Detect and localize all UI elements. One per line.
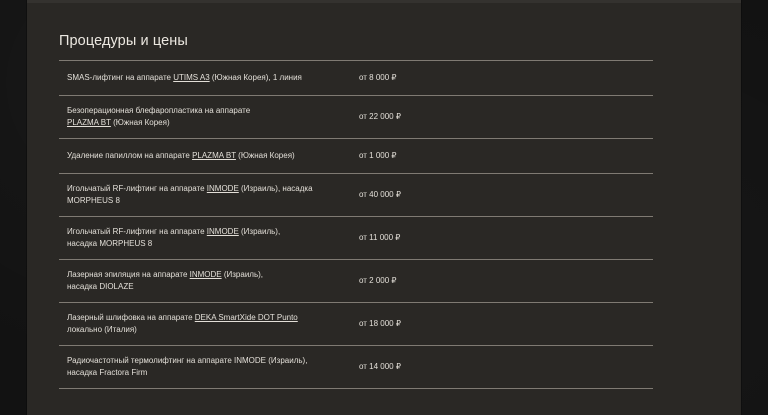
device-link-inmode-3[interactable]: INMODE [190, 270, 222, 279]
service-text-2: Безоперационная блефаропластика на аппар… [59, 105, 359, 129]
service-line-8-2: насадка Fractora Firm [67, 367, 359, 379]
service-text-3: Удаление папиллом на аппарате PLAZMA BT … [59, 150, 359, 162]
price-3: от 1 000 ₽ [359, 151, 397, 160]
panel-top-edge [27, 0, 741, 3]
service-part-5-1-3: (Израиль), [238, 227, 281, 236]
price-2: от 22 000 ₽ [359, 112, 401, 121]
device-link-plazma-bt-1[interactable]: PLAZMA BT [67, 118, 111, 127]
service-line-2-2: PLAZMA BT (Южная Корея) [67, 117, 359, 129]
service-part-7-1-1: Лазерный шлифовка на аппарате [67, 313, 195, 322]
service-line-5-2: насадка MORPHEUS 8 [67, 238, 359, 250]
price-row-5: Игольчатый RF-лифтинг на аппарате INMODE… [59, 217, 653, 260]
service-text-1: SMAS-лифтинг на аппарате UTIMS A3 (Южная… [59, 72, 359, 84]
service-text-6: Лазерная эпиляция на аппарате INMODE (Из… [59, 269, 359, 293]
device-link-deka-smartxide-dot-punto[interactable]: DEKA SmartXide DOT Punto [195, 313, 298, 322]
service-part-1-1-1: SMAS-лифтинг на аппарате [67, 73, 174, 82]
service-part-5-2-1: насадка MORPHEUS 8 [67, 239, 153, 248]
service-part-2-1-1: Безоперационная блефаропластика на аппар… [67, 106, 251, 115]
service-part-7-2-1: локально (Италия) [67, 325, 137, 334]
price-row-6: Лазерная эпиляция на аппарате INMODE (Из… [59, 260, 653, 303]
price-5: от 11 000 ₽ [359, 233, 401, 242]
service-line-7-1: Лазерный шлифовка на аппарате DEKA Smart… [67, 312, 359, 324]
service-text-4: Игольчатый RF-лифтинг на аппарате INMODE… [59, 183, 359, 207]
service-part-4-2-1: MORPHEUS 8 [67, 196, 120, 205]
service-part-8-1-1: Радиочастотный термолифтинг на аппарате … [67, 356, 308, 365]
service-part-6-2-1: насадка DIOLAZE [67, 282, 134, 291]
price-table: SMAS-лифтинг на аппарате UTIMS A3 (Южная… [59, 60, 653, 389]
main-content: Процедуры и цены SMAS-лифтинг на аппарат… [59, 30, 653, 389]
service-part-3-1-3: (Южная Корея) [235, 151, 295, 160]
price-row-8: Радиочастотный термолифтинг на аппарате … [59, 346, 653, 389]
service-part-4-1-3: (Израиль), насадка [238, 184, 313, 193]
service-part-8-2-1: насадка Fractora Firm [67, 368, 148, 377]
service-line-1-1: SMAS-лифтинг на аппарате UTIMS A3 (Южная… [67, 72, 359, 84]
price-7: от 18 000 ₽ [359, 319, 401, 328]
service-line-3-1: Удаление папиллом на аппарате PLAZMA BT … [67, 150, 359, 162]
device-link-inmode-2[interactable]: INMODE [207, 227, 239, 236]
service-part-2-2-2: (Южная Корея) [110, 118, 170, 127]
service-part-3-1-1: Удаление папиллом на аппарате [67, 151, 193, 160]
service-line-8-1: Радиочастотный термолифтинг на аппарате … [67, 355, 359, 367]
price-row-2: Безоперационная блефаропластика на аппар… [59, 96, 653, 139]
service-part-6-1-1: Лазерная эпиляция на аппарате [67, 270, 190, 279]
page-title: Процедуры и цены [59, 33, 188, 49]
service-part-6-1-3: (Израиль), [221, 270, 264, 279]
price-4: от 40 000 ₽ [359, 190, 401, 199]
price-row-3: Удаление папиллом на аппарате PLAZMA BT … [59, 139, 653, 174]
service-part-1-1-3: (Южная Корея), 1 линия [209, 73, 302, 82]
price-row-4: Игольчатый RF-лифтинг на аппарате INMODE… [59, 174, 653, 217]
price-8: от 14 000 ₽ [359, 362, 401, 371]
service-line-6-1: Лазерная эпиляция на аппарате INMODE (Из… [67, 269, 359, 281]
service-part-4-1-1: Игольчатый RF-лифтинг на аппарате [67, 184, 207, 193]
price-6: от 2 000 ₽ [359, 276, 397, 285]
device-link-utims-a3[interactable]: UTIMS A3 [173, 73, 209, 82]
service-line-7-2: локально (Италия) [67, 324, 359, 336]
service-line-2-1: Безоперационная блефаропластика на аппар… [67, 105, 359, 117]
service-line-6-2: насадка DIOLAZE [67, 281, 359, 293]
service-line-4-2: MORPHEUS 8 [67, 195, 359, 207]
service-line-5-1: Игольчатый RF-лифтинг на аппарате INMODE… [67, 226, 359, 238]
price-row-1: SMAS-лифтинг на аппарате UTIMS A3 (Южная… [59, 61, 653, 96]
price-row-7: Лазерный шлифовка на аппарате DEKA Smart… [59, 303, 653, 346]
service-text-8: Радиочастотный термолифтинг на аппарате … [59, 355, 359, 379]
service-text-5: Игольчатый RF-лифтинг на аппарате INMODE… [59, 226, 359, 250]
service-part-5-1-1: Игольчатый RF-лифтинг на аппарате [67, 227, 207, 236]
device-link-inmode-1[interactable]: INMODE [207, 184, 239, 193]
price-1: от 8 000 ₽ [359, 73, 397, 82]
device-link-plazma-bt-2[interactable]: PLAZMA BT [192, 151, 236, 160]
service-text-7: Лазерный шлифовка на аппарате DEKA Smart… [59, 312, 359, 336]
service-line-4-1: Игольчатый RF-лифтинг на аппарате INMODE… [67, 183, 359, 195]
